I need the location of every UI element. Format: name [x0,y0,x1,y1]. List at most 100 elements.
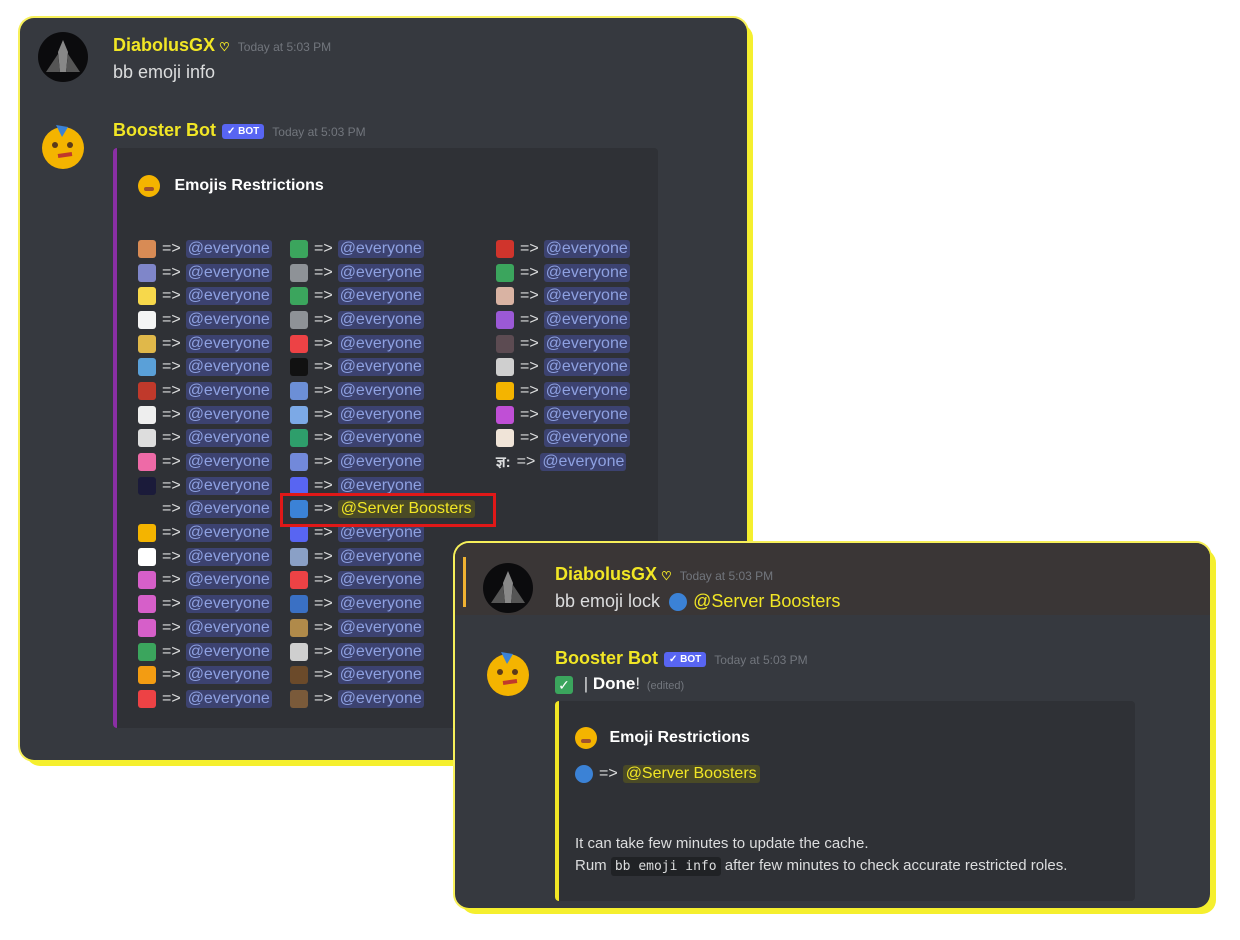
role-mention[interactable]: @everyone [337,263,424,282]
custom-emoji-icon[interactable] [290,618,308,637]
custom-emoji-icon[interactable] [496,405,514,424]
custom-emoji-icon[interactable] [290,334,308,353]
custom-emoji-icon[interactable] [138,310,156,329]
role-mention[interactable]: @everyone [185,310,272,329]
role-mention[interactable]: @everyone [337,595,424,614]
username-booster-bot[interactable]: Booster Bot ✓ BOT Today at 5:03 PM [555,648,808,669]
custom-emoji-icon[interactable] [496,334,514,353]
role-mention[interactable]: @Server Boosters [693,591,840,611]
custom-emoji-icon[interactable] [138,453,156,472]
username-text[interactable]: DiabolusGX [555,564,657,584]
role-mention[interactable]: @everyone [185,689,272,708]
role-mention[interactable]: @everyone [543,263,630,282]
role-mention[interactable]: @everyone [185,595,272,614]
custom-emoji-icon[interactable] [496,287,514,306]
bot-avatar[interactable] [38,121,88,171]
role-mention[interactable]: @everyone [337,689,424,708]
role-mention[interactable]: @everyone [540,453,627,472]
custom-emoji-icon[interactable] [138,381,156,400]
bot-avatar[interactable] [483,648,533,698]
custom-emoji-icon[interactable] [496,263,514,282]
user-avatar[interactable] [483,563,533,613]
role-mention[interactable]: @everyone [185,405,272,424]
role-mention[interactable]: @everyone [185,524,272,543]
custom-emoji-icon[interactable] [290,642,308,661]
role-mention[interactable]: @everyone [185,239,272,258]
user-avatar[interactable] [38,32,88,82]
role-mention[interactable]: @everyone [543,310,630,329]
custom-emoji-icon[interactable] [290,239,308,258]
role-mention[interactable]: @everyone [337,666,424,685]
role-mention[interactable]: @everyone [185,381,272,400]
role-mention[interactable]: @everyone [337,334,424,353]
custom-emoji-icon[interactable] [496,239,514,258]
custom-emoji-icon[interactable] [138,476,156,495]
role-mention[interactable]: @everyone [185,263,272,282]
role-mention[interactable]: @everyone [337,642,424,661]
custom-emoji-icon[interactable] [138,618,156,637]
custom-emoji-icon[interactable] [138,405,156,424]
custom-emoji-icon[interactable] [138,239,156,258]
role-mention[interactable]: @everyone [543,239,630,258]
custom-emoji-icon[interactable] [290,287,308,306]
role-mention[interactable]: @everyone [185,642,272,661]
custom-emoji-icon[interactable] [290,310,308,329]
custom-emoji-icon[interactable] [496,310,514,329]
role-mention[interactable]: @everyone [185,358,272,377]
role-mention[interactable]: @everyone [185,618,272,637]
custom-emoji-icon[interactable] [290,263,308,282]
custom-emoji-icon[interactable] [138,429,156,448]
role-mention[interactable]: @everyone [185,429,272,448]
role-mention[interactable]: @everyone [337,358,424,377]
custom-emoji-icon[interactable] [496,381,514,400]
custom-emoji-icon[interactable]: ज्ञ: [496,452,511,472]
custom-emoji-icon[interactable] [290,453,308,472]
custom-emoji-icon[interactable] [290,689,308,708]
role-mention[interactable]: @everyone [185,500,272,519]
role-mention[interactable]: @everyone [185,666,272,685]
role-mention[interactable]: @everyone [337,453,424,472]
custom-emoji-icon[interactable] [138,287,156,306]
custom-emoji-icon[interactable] [138,571,156,590]
custom-emoji-icon[interactable] [138,642,156,661]
role-mention[interactable]: @everyone [185,547,272,566]
role-mention[interactable]: @everyone [337,239,424,258]
role-mention[interactable]: @everyone [337,547,424,566]
custom-emoji-icon[interactable] [290,381,308,400]
username-text[interactable]: Booster Bot [555,648,658,668]
custom-emoji-icon[interactable] [290,358,308,377]
role-mention[interactable]: @everyone [543,287,630,306]
role-mention[interactable]: @everyone [337,571,424,590]
role-mention[interactable]: @everyone [337,310,424,329]
custom-emoji-icon[interactable] [138,263,156,282]
custom-emoji-icon[interactable] [138,358,156,377]
custom-emoji-icon[interactable] [290,547,308,566]
role-mention[interactable]: @everyone [337,381,424,400]
role-mention[interactable]: @everyone [337,618,424,637]
username-diabolus[interactable]: DiabolusGX ♡ Today at 5:03 PM [555,564,773,585]
role-mention[interactable]: @everyone [543,334,630,353]
custom-emoji-icon[interactable] [138,595,156,614]
custom-emoji-icon[interactable] [138,666,156,685]
role-mention[interactable]: @everyone [185,476,272,495]
custom-emoji-icon[interactable] [138,334,156,353]
role-mention[interactable]: @everyone [185,571,272,590]
custom-emoji-icon[interactable] [138,524,156,543]
custom-emoji-icon[interactable] [290,666,308,685]
custom-emoji-icon[interactable] [496,358,514,377]
custom-emoji-icon[interactable] [496,429,514,448]
custom-emoji-icon[interactable] [138,547,156,566]
custom-emoji-icon[interactable] [290,429,308,448]
username-diabolus[interactable]: DiabolusGX ♡ Today at 5:03 PM [113,35,331,56]
role-mention[interactable]: @Server Boosters [622,764,760,783]
username-text[interactable]: Booster Bot [113,120,216,140]
role-mention[interactable]: @everyone [337,405,424,424]
role-mention[interactable]: @everyone [185,453,272,472]
role-mention[interactable]: @everyone [543,405,630,424]
role-mention[interactable]: @everyone [185,287,272,306]
username-text[interactable]: DiabolusGX [113,35,215,55]
custom-emoji-icon[interactable] [290,405,308,424]
custom-emoji-icon[interactable] [290,595,308,614]
custom-emoji-icon[interactable] [138,689,156,708]
role-mention[interactable]: @everyone [543,429,630,448]
